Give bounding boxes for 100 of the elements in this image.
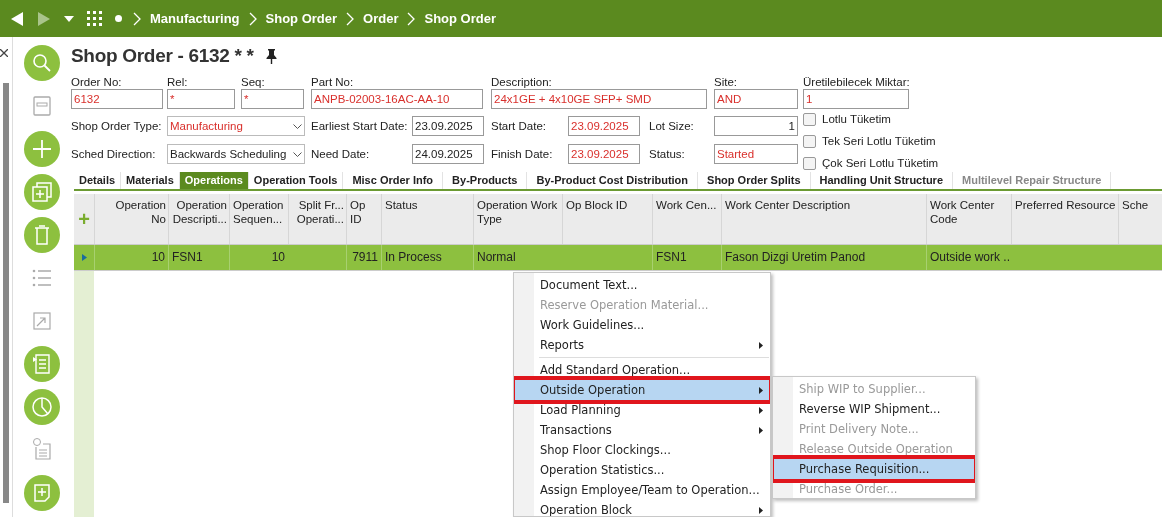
chevron-down-icon[interactable]	[293, 123, 302, 129]
menu-item[interactable]: Operation Statistics...	[515, 460, 769, 480]
dot-icon	[115, 15, 122, 22]
column-header[interactable]: Operation Work Type	[477, 198, 560, 226]
checkbox-label: Tek Seri Lotlu Tüketim	[822, 135, 936, 147]
back-icon[interactable]	[10, 10, 24, 27]
table-cell: 7911	[352, 250, 378, 264]
column-header[interactable]: Status	[385, 198, 471, 212]
column-header[interactable]: Preferred Resource	[1015, 198, 1116, 212]
tab[interactable]: Details	[74, 172, 122, 189]
field-label: Site:	[714, 75, 738, 89]
input-field[interactable]: 23.09.2025	[568, 144, 640, 164]
search-icon[interactable]	[24, 45, 60, 81]
checkbox[interactable]	[803, 112, 816, 126]
pin-icon[interactable]	[265, 48, 277, 64]
column-header[interactable]: Split Fr... Operati...	[292, 198, 344, 226]
input-field[interactable]: 23.09.2025	[568, 116, 640, 136]
close-icon[interactable]	[0, 49, 8, 57]
column-header[interactable]: Work Center Code	[930, 198, 1009, 226]
input-field[interactable]: *	[167, 89, 235, 109]
duplicate-icon[interactable]	[24, 174, 60, 210]
table-cell: In Process	[385, 250, 442, 264]
column-header[interactable]: Operation Sequen...	[233, 198, 286, 226]
checkbox[interactable]	[803, 156, 816, 170]
submenu-arrow-icon	[759, 406, 763, 414]
input-field[interactable]: 6132	[71, 89, 163, 109]
table-cell: 10	[151, 250, 165, 264]
dropdown-caret-icon[interactable]	[64, 15, 74, 22]
field-label: Shop Order Type:	[71, 120, 163, 132]
chevron-icon	[133, 11, 141, 26]
breadcrumb-link[interactable]: Shop Order	[265, 11, 338, 26]
input-field[interactable]: *	[241, 89, 304, 109]
checkbox[interactable]	[803, 134, 816, 148]
input-field[interactable]: ANPB-02003-16AC-AA-10	[311, 89, 483, 109]
chevron-icon	[407, 11, 416, 26]
menu-item[interactable]: Shop Floor Clockings...	[515, 440, 769, 460]
field-label: Status:	[649, 148, 686, 160]
menu-item[interactable]: Document Text...	[515, 275, 769, 295]
column-header[interactable]: Operation No	[98, 198, 166, 226]
chevron-icon	[248, 11, 257, 26]
menu-item[interactable]: Transactions	[515, 420, 769, 440]
row-indicator-icon	[81, 254, 87, 261]
input-field[interactable]: 24.09.2025	[412, 144, 484, 164]
table-row[interactable]: 10 FSN1 10 7911 In Process Normal FSN1 Fason Dizgi Uretim Panod Outside work ...	[74, 245, 1162, 271]
column-header[interactable]: Op ID	[350, 198, 379, 226]
field-label: Need Date:	[311, 148, 371, 160]
menu-item[interactable]: Reverse WIP Shipment...	[774, 399, 974, 419]
apps-grid-icon[interactable]	[87, 11, 102, 26]
tab[interactable]: Operation Tools	[248, 172, 344, 189]
input-field[interactable]: 24x1GE + 4x10GE SFP+ SMD	[491, 89, 707, 109]
field-label: Üretilebilecek Miktar:	[803, 75, 911, 89]
field-label: Sched Direction:	[71, 148, 157, 160]
pie-chart-icon[interactable]	[24, 389, 60, 425]
column-header[interactable]: Operation Descripti...	[172, 198, 227, 226]
tab[interactable]: Operations	[179, 172, 249, 189]
field-label: Description:	[491, 75, 553, 89]
table-cell: 10	[271, 250, 285, 264]
tab[interactable]: Materials	[121, 172, 180, 189]
menu-item[interactable]: Add Standard Operation...	[515, 360, 769, 380]
column-header[interactable]: Work Cen...	[656, 198, 719, 212]
tab[interactable]: By-Products	[443, 172, 528, 189]
tab[interactable]: Handling Unit Structure	[810, 172, 953, 189]
breadcrumb-link[interactable]: Shop Order	[424, 11, 496, 26]
input-field[interactable]: Started	[714, 144, 798, 164]
table-cell: Fason Dizgi Uretim Panod	[725, 250, 866, 264]
table-cell: Normal	[477, 250, 516, 264]
menu-item[interactable]: Load Planning	[515, 400, 769, 420]
input-field[interactable]: 23.09.2025	[412, 116, 484, 136]
report-icon[interactable]	[24, 346, 60, 382]
field-label: Lot Size:	[649, 120, 695, 132]
field-label: Seq:	[241, 75, 266, 89]
menu-item[interactable]: Operation Block	[515, 500, 769, 516]
input-field[interactable]: 1	[803, 89, 909, 109]
submenu-arrow-icon	[759, 506, 763, 514]
trash-icon[interactable]	[24, 217, 60, 253]
dropdown[interactable]: Manufacturing	[167, 116, 305, 136]
chevron-down-icon[interactable]	[293, 151, 302, 157]
add-icon[interactable]	[24, 131, 60, 167]
tab[interactable]: Misc Order Info	[343, 172, 444, 189]
menu-item[interactable]: Work Guidelines...	[515, 315, 769, 335]
column-header[interactable]: Sche	[1122, 198, 1160, 212]
tab[interactable]: By-Product Cost Distribution	[527, 172, 699, 189]
breadcrumb-link[interactable]: Manufacturing	[150, 11, 240, 26]
chevron-icon	[346, 11, 355, 26]
input-field[interactable]: AND	[714, 89, 798, 109]
field-label: Part No:	[311, 75, 355, 89]
menu-item[interactable]: Assign Employee/Team to Operation...	[515, 480, 769, 500]
column-header[interactable]: Work Center Description	[725, 198, 924, 212]
breadcrumb-link[interactable]: Order	[363, 11, 399, 26]
checkbox-label: Çok Seri Lotlu Tüketim	[822, 157, 939, 169]
input-field[interactable]: 1	[714, 116, 798, 136]
menu-item[interactable]: Reports	[515, 335, 769, 355]
field-label: Finish Date:	[491, 148, 554, 160]
column-header[interactable]: Op Block ID	[566, 198, 650, 212]
tab[interactable]: Shop Order Splits	[698, 172, 811, 189]
field-label: Order No:	[71, 75, 123, 89]
new-document-icon[interactable]	[24, 475, 60, 511]
forward-icon[interactable]	[37, 10, 51, 27]
scrollbar[interactable]	[3, 83, 9, 503]
dropdown[interactable]: Backwards Scheduling	[167, 144, 305, 164]
